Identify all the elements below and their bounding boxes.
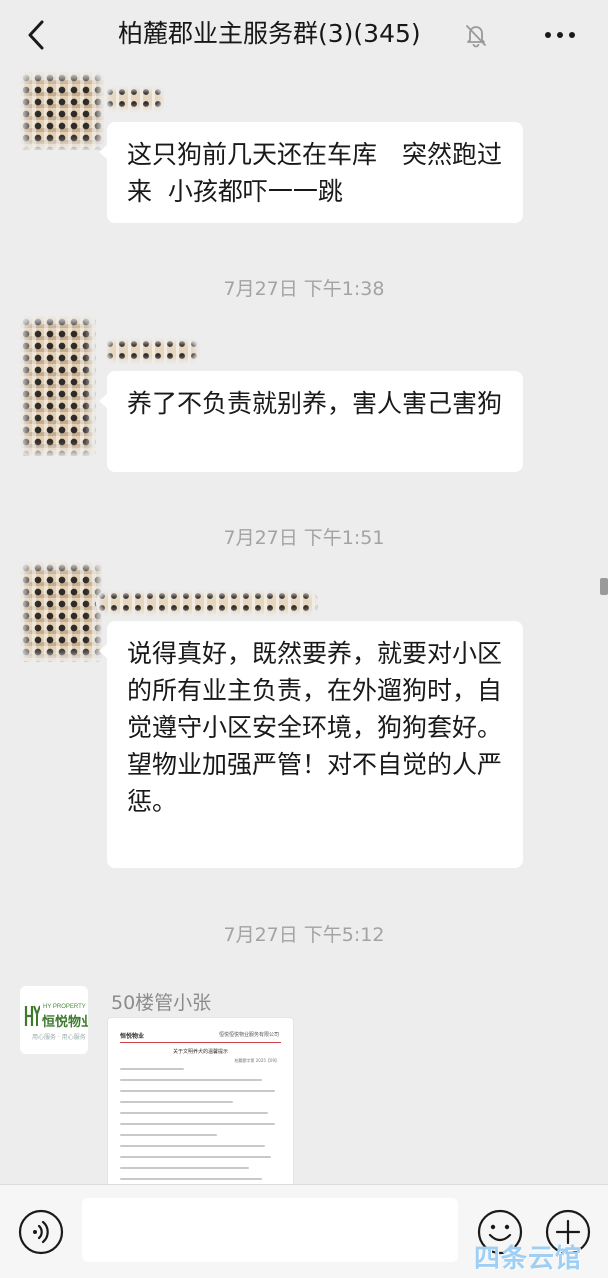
chat-header: 柏麓郡业主服务群(3)(345) <box>0 0 608 70</box>
avatar[interactable] <box>20 316 96 456</box>
logo-tagline: 用心服务 · 用心服务 <box>32 1034 86 1041</box>
message-bubble[interactable]: 这只狗前几天还在车库 突然跑过来 小孩都吓一一跳 <box>99 122 523 223</box>
logo-chinese-text: 恒悦物业 <box>42 1015 88 1030</box>
back-button[interactable] <box>22 18 54 52</box>
watermark: 四条云馆 <box>474 1244 583 1274</box>
logo-english-text: HY PROPERTY <box>43 1004 86 1010</box>
document-number: 柏麓郡字第 2025【09】 <box>234 1058 279 1063</box>
avatar[interactable]: HY PROPERTY 恒悦物业 用心服务 · 用心服务 <box>20 986 88 1054</box>
message-input[interactable] <box>82 1198 458 1262</box>
sender-name-obscured <box>104 86 166 112</box>
scrollbar[interactable] <box>600 578 608 595</box>
message-timestamp: 7月27日 下午5:12 <box>223 924 385 946</box>
avatar[interactable] <box>20 562 102 662</box>
document-divider <box>120 1042 281 1043</box>
document-company: 恒悦恒悦物业服务有限公司 <box>218 1032 279 1038</box>
chevron-left-icon <box>28 20 44 50</box>
bell-off-icon <box>463 22 489 48</box>
image-message[interactable]: 恒悦物业 恒悦恒悦物业服务有限公司 关于文明养犬的温馨提示 柏麓郡字第 2025… <box>107 1017 294 1189</box>
avatar[interactable] <box>20 72 104 150</box>
sender-name-obscured <box>104 338 200 364</box>
message-timestamp: 7月27日 下午1:51 <box>223 527 385 549</box>
message-bubble[interactable]: 说得真好，既然要养，就要对小区的所有业主负责，在外遛狗时，自觉遵守小区安全环境，… <box>99 621 523 868</box>
voice-icon <box>18 1209 64 1255</box>
message-bubble[interactable]: 养了不负责就别养，害人害己害狗 <box>99 371 523 472</box>
document-title: 关于文明养犬的温馨提示 <box>172 1049 228 1055</box>
document-body <box>120 1068 281 1188</box>
document-logo: 恒悦物业 <box>120 1033 145 1040</box>
sender-name-obscured <box>96 590 318 616</box>
more-horizontal-icon <box>545 32 575 38</box>
message-timestamp: 7月27日 下午1:38 <box>223 278 385 300</box>
sender-name: 50楼管小张 <box>111 992 212 1014</box>
hy-logo-icon <box>24 1005 40 1026</box>
voice-button[interactable] <box>18 1209 64 1255</box>
chat-title: 柏麓郡业主服务群(3)(345) <box>118 19 421 48</box>
more-button[interactable] <box>540 22 580 48</box>
